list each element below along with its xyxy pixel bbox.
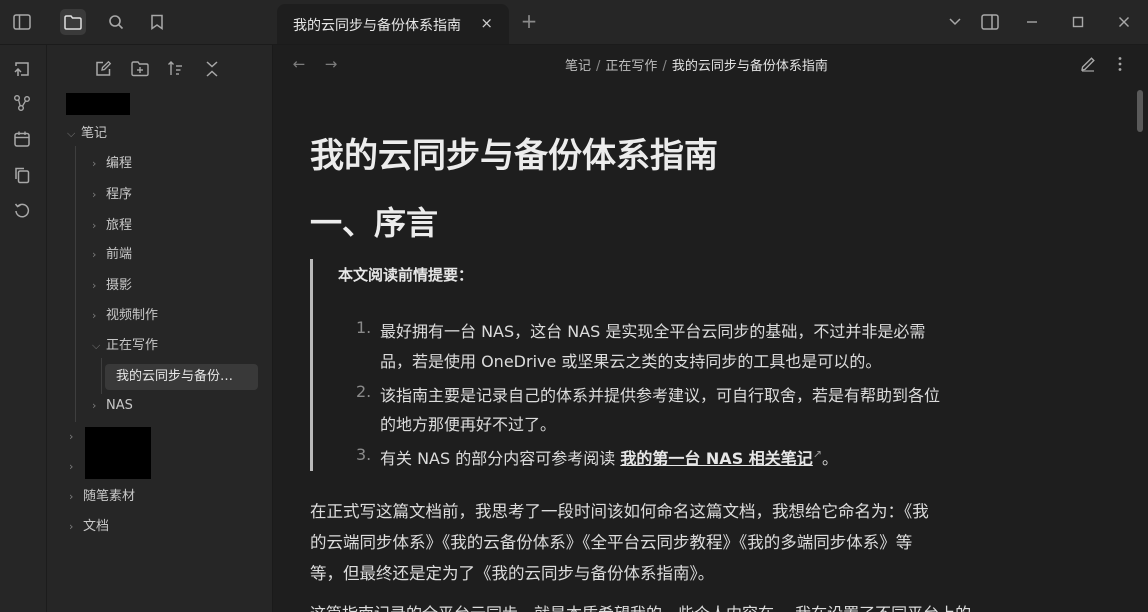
paragraph-line: 在正式写这篇文档前，我思考了一段时间该如何命名这篇文档，我想给它命名为：《我: [310, 502, 929, 521]
breadcrumb: 笔记 / 正在写作 / 我的云同步与备份体系指南: [565, 55, 828, 74]
collapse-all-icon[interactable]: [200, 57, 224, 81]
chevron-right-icon: ›: [92, 219, 97, 232]
more-options-icon[interactable]: [1108, 52, 1132, 76]
tab-title: 我的云同步与备份体系指南: [293, 18, 461, 34]
tree-folder[interactable]: › 视频制作: [92, 304, 158, 328]
breadcrumb-item[interactable]: 正在写作: [605, 59, 657, 74]
files-folder-icon[interactable]: [60, 9, 86, 35]
chevron-right-icon: ›: [92, 309, 97, 322]
new-tab-icon[interactable]: +: [519, 9, 539, 33]
list-number: 3.: [356, 445, 372, 464]
chevron-right-icon: ›: [92, 157, 97, 170]
tree-file-active[interactable]: 我的云同步与备份…: [105, 364, 258, 390]
ribbon: [0, 45, 47, 612]
title-bar: 我的云同步与备份体系指南 × +: [0, 0, 1148, 45]
chevron-down-icon: ⌵: [92, 339, 101, 352]
blockquote-bar: [310, 259, 313, 471]
scrollbar-thumb[interactable]: [1137, 90, 1143, 132]
list-number: 2.: [356, 382, 372, 401]
blockquote-title: 本文阅读前情提要：: [338, 266, 474, 284]
chevron-right-icon: ›: [92, 279, 97, 292]
breadcrumb-current[interactable]: 我的云同步与备份体系指南: [672, 59, 828, 74]
split-view-icon[interactable]: [978, 10, 1002, 34]
tree-folder-notes[interactable]: ⌵ 笔记: [67, 122, 107, 146]
redacted-vault-name: [66, 93, 130, 115]
breadcrumb-item[interactable]: 笔记: [565, 59, 591, 74]
breadcrumb-separator: /: [662, 59, 667, 74]
close-window-icon[interactable]: [1112, 10, 1136, 34]
redacted-folder-names: [85, 427, 151, 479]
chevron-down-icon: ⌵: [67, 127, 76, 140]
list-item-text: 该指南主要是记录自己的体系并提供参考建议，可自行取舍，若是有帮助到各位: [380, 386, 941, 405]
list-item-text: 有关 NAS 的部分内容可参考阅读 我的第一台 NAS 相关笔记↗。: [380, 447, 839, 468]
tree-indent-guide: [75, 146, 76, 422]
list-item-text: 品，若是使用 OneDrive 或坚果云之类的支持同步的工具也是可以的。: [380, 352, 882, 371]
graph-view-icon[interactable]: [10, 91, 34, 115]
new-note-icon[interactable]: [91, 57, 115, 81]
paragraph-line-cut: 这篇指南记录的全平台云同步，就是本质希望我的一些个人内容在… 我在设置了不同平台…: [310, 600, 1050, 612]
chevron-right-icon: ›: [69, 460, 74, 473]
new-folder-icon[interactable]: [128, 57, 152, 81]
history-icon[interactable]: [10, 198, 34, 222]
tree-indent-guide: [101, 358, 102, 394]
tree-folder[interactable]: › 程序: [92, 183, 132, 207]
note-title: 我的云同步与备份体系指南: [310, 136, 718, 176]
copy-pages-icon[interactable]: [10, 163, 34, 187]
calendar-icon[interactable]: [10, 127, 34, 151]
tree-folder-writing[interactable]: ⌵ 正在写作: [92, 334, 158, 358]
external-link-icon: ↗: [812, 447, 823, 461]
breadcrumb-separator: /: [596, 59, 601, 74]
chevron-right-icon: ›: [92, 399, 97, 412]
minimize-icon[interactable]: [1020, 10, 1044, 34]
maximize-icon[interactable]: [1066, 10, 1090, 34]
search-icon[interactable]: [103, 9, 129, 35]
back-arrow-icon[interactable]: ←: [288, 53, 310, 75]
switch-vault-icon[interactable]: [10, 57, 34, 81]
toggle-sidebar-icon[interactable]: [9, 9, 35, 35]
chevron-right-icon: ›: [69, 490, 74, 503]
chevron-right-icon: ›: [69, 430, 74, 443]
chevron-right-icon: ›: [69, 520, 74, 533]
tree-folder[interactable]: › 摄影: [92, 274, 132, 298]
bookmark-icon[interactable]: [144, 9, 170, 35]
sort-order-icon[interactable]: [164, 57, 188, 81]
tree-folder[interactable]: › 文档: [69, 515, 109, 539]
chevron-right-icon: ›: [92, 188, 97, 201]
list-item-text: 最好拥有一台 NAS，这台 NAS 是实现全平台云同步的基础，不过并非是必需: [380, 322, 926, 341]
list-number: 1.: [356, 318, 372, 337]
tree-folder[interactable]: › 随笔素材: [69, 485, 135, 509]
forward-arrow-icon[interactable]: →: [320, 53, 342, 75]
tree-folder-redacted[interactable]: ›: [69, 425, 83, 449]
list-item-text: 的地方那便再好不过了。: [380, 415, 557, 434]
edit-pencil-icon[interactable]: [1076, 52, 1100, 76]
chevron-right-icon: ›: [92, 248, 97, 261]
paragraph-line: 的云端同步体系》《我的云备份体系》《全平台云同步教程》《我的多端同步体系》等: [310, 533, 913, 552]
tree-folder-nas[interactable]: › NAS: [92, 394, 133, 418]
tree-folder[interactable]: › 编程: [92, 152, 132, 176]
paragraph-line: 等，但最终还是定为了《我的云同步与备份体系指南》。: [310, 564, 715, 583]
heading-preface: 一、序言: [310, 204, 439, 242]
tree-folder-redacted[interactable]: ›: [69, 455, 83, 479]
external-link[interactable]: 我的第一台 NAS 相关笔记: [620, 449, 812, 468]
tab-active-note[interactable]: 我的云同步与备份体系指南 ×: [277, 4, 509, 44]
chevron-down-icon[interactable]: [943, 10, 967, 34]
file-explorer: ⌵ 笔记 › 编程 › 程序 › 旅程 › 前端 › 摄影 › 视频制作 ⌵ 正在写作 我的云同…: [47, 45, 273, 612]
tab-close-icon[interactable]: ×: [480, 14, 493, 32]
tree-folder[interactable]: › 前端: [92, 243, 132, 267]
tree-folder[interactable]: › 旅程: [92, 214, 132, 238]
